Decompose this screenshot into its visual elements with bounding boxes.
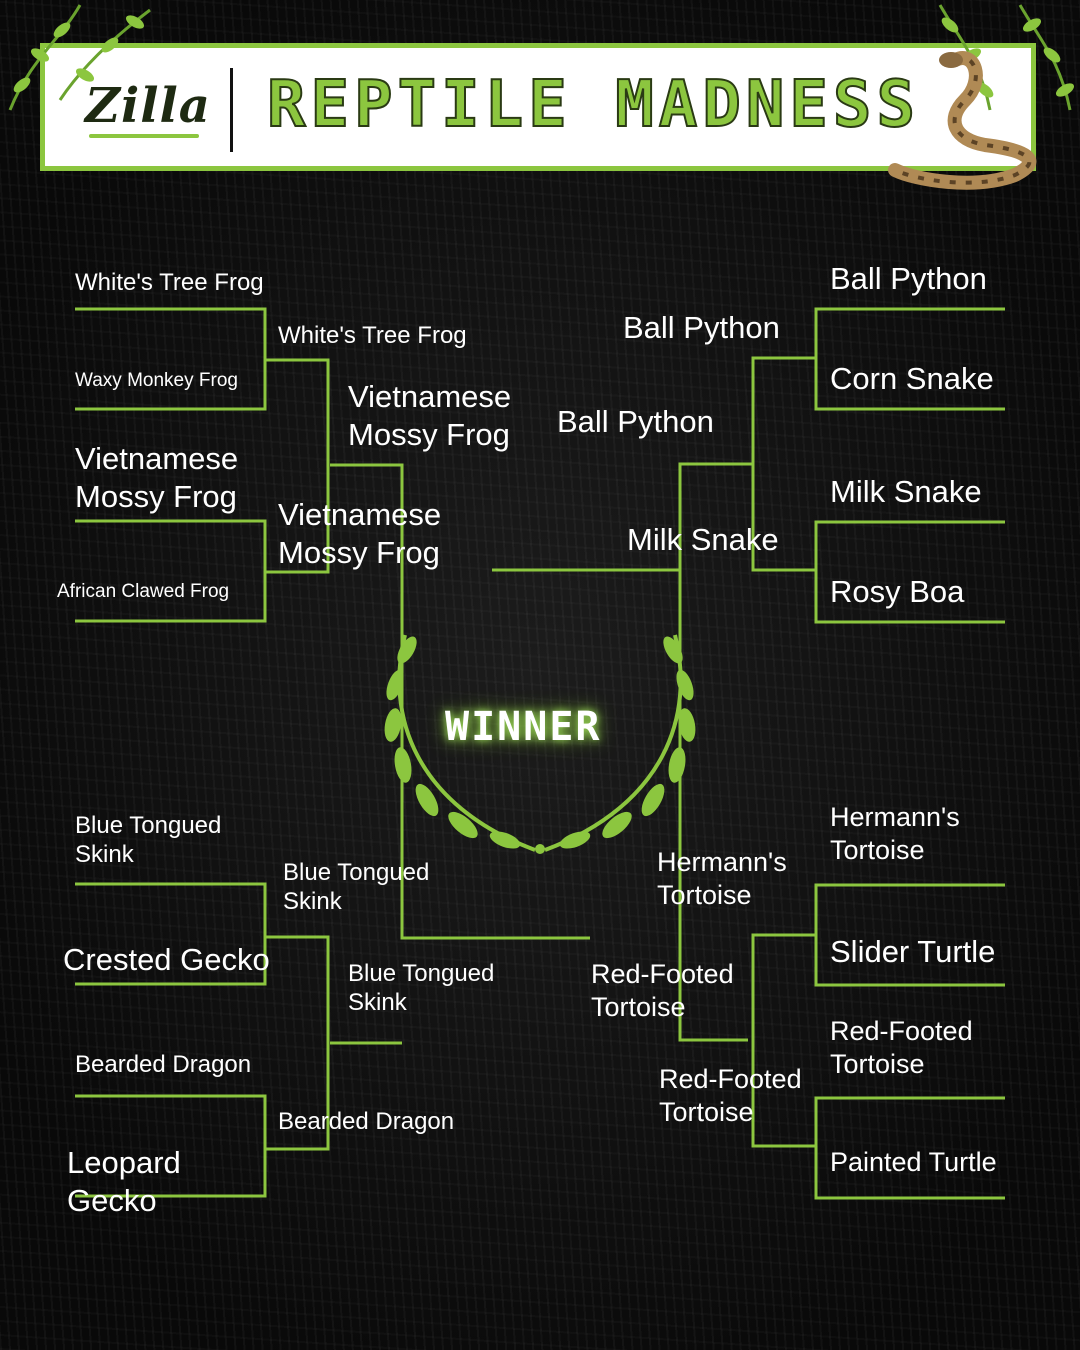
team-label: Painted Turtle [830, 1147, 997, 1177]
team-label: Corn Snake [830, 361, 994, 396]
team-label: Ball Python [557, 404, 714, 439]
team-label: Blue Tongued Skink [75, 812, 222, 869]
team-label: Milk Snake [830, 474, 982, 509]
team-label: Vietnamese Mossy Frog [348, 379, 512, 452]
team-label: Red-Footed Tortoise [591, 959, 734, 1022]
team-label: Waxy Monkey Frog [75, 370, 238, 391]
laurel-wreath-icon [384, 634, 696, 854]
team-label: African Clawed Frog [57, 581, 230, 602]
team-label: Crested Gecko [63, 942, 270, 977]
team-label: Rosy Boa [830, 574, 965, 609]
team-label: Vietnamese Mossy Frog [75, 441, 239, 514]
team-label: Bearded Dragon [278, 1108, 455, 1135]
team-label: Ball Python [830, 261, 987, 296]
winner-label: WINNER [445, 704, 602, 750]
team-label: Blue Tongued Skink [283, 859, 430, 916]
team-label: Red-Footed Tortoise [659, 1064, 802, 1127]
team-label: Red-Footed Tortoise [830, 1016, 973, 1079]
team-label: Hermann's Tortoise [657, 847, 787, 910]
team-label: Blue Tongued Skink [348, 960, 495, 1017]
team-label: White's Tree Frog [278, 322, 467, 349]
team-label: White's Tree Frog [75, 269, 264, 296]
team-label: Leopard Gecko [67, 1145, 181, 1218]
team-label: Hermann's Tortoise [830, 802, 960, 865]
team-label: Ball Python [623, 310, 780, 345]
team-label: Milk Snake [627, 522, 779, 557]
team-label: Vietnamese Mossy Frog [278, 497, 442, 570]
team-label: Slider Turtle [830, 934, 996, 969]
team-label: Bearded Dragon [75, 1051, 252, 1078]
